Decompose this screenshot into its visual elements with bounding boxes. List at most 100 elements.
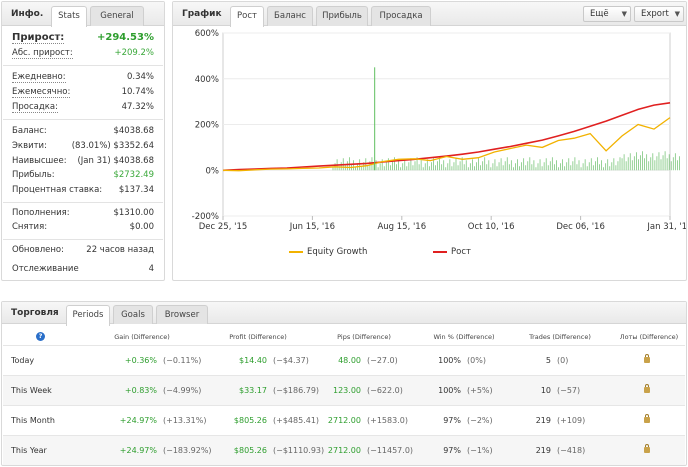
tab-stats[interactable]: Stats xyxy=(51,6,87,27)
x-tick-label: Oct 10, '16 xyxy=(468,222,515,232)
trades-cell: 5 xyxy=(545,356,551,365)
drawdown-label[interactable]: Просадка: xyxy=(12,102,58,113)
info-header: Инфо. Stats General xyxy=(2,2,164,27)
chevron-down-icon: ▼ xyxy=(674,10,680,18)
export-dropdown[interactable]: Export ▼ xyxy=(634,6,684,22)
period-cell: This Week xyxy=(11,386,52,395)
pips-cell: 2712.00 xyxy=(327,416,361,425)
lock-icon[interactable] xyxy=(644,444,650,453)
lock-icon[interactable] xyxy=(644,354,650,363)
profit-diff-cell: (−$1110.93) xyxy=(273,446,325,455)
tab-growth[interactable]: Рост xyxy=(230,6,264,27)
col-trades: Trades (Difference) xyxy=(529,333,591,341)
chart-title: График xyxy=(182,9,222,19)
tracking-label: Отслеживание xyxy=(12,264,79,274)
gain-label[interactable]: Прирост: xyxy=(12,32,65,44)
y-tick-label: -200% xyxy=(192,212,219,222)
lock-icon[interactable] xyxy=(644,414,650,423)
col-pips: Pips (Difference) xyxy=(337,333,391,341)
period-cell: This Year xyxy=(11,446,47,455)
abs-gain-label[interactable]: Абс. прирост: xyxy=(12,48,73,59)
tab-profit[interactable]: Прибыль xyxy=(316,6,368,26)
tracking-row: Отслеживание 4 xyxy=(12,264,154,276)
info-panel: Инфо. Stats General Прирост: +294.53% Аб… xyxy=(1,1,165,281)
abs-gain-row: Абс. прирост: +209.2% xyxy=(12,48,154,60)
deposits-value: $1310.00 xyxy=(113,208,154,218)
col-profit: Profit (Difference) xyxy=(229,333,287,341)
growth-chart: 600% 400% 200% 0% -200%Dec 25, '15 Jun 15, '1… xyxy=(192,29,686,232)
trades-cell: 219 xyxy=(535,416,551,425)
interest-value: $137.34 xyxy=(118,185,154,195)
win-diff-cell: (−1%) xyxy=(467,446,493,455)
updated-value: 22 часов назад xyxy=(86,245,154,255)
x-tick-label: Dec 25, '15 xyxy=(199,222,248,232)
gain-cell: +24.97% xyxy=(119,416,157,425)
profit-row: Прибыль: $2732.49 xyxy=(12,170,154,182)
lock-icon[interactable] xyxy=(644,384,650,393)
equity-value: (83.01%) $3352.64 xyxy=(71,141,154,151)
gain-diff-cell: (+13.31%) xyxy=(163,416,207,425)
help-icon[interactable]: ? xyxy=(36,332,45,341)
chevron-down-icon: ▼ xyxy=(621,10,627,18)
x-tick-label: Jan 31, '17 xyxy=(646,222,686,232)
gain-cell: +0.36% xyxy=(124,356,157,365)
info-title: Инфо. xyxy=(11,9,44,19)
tab-drawdown[interactable]: Просадка xyxy=(371,6,431,26)
legend-swatch xyxy=(433,250,447,253)
trading-panel: Торговля Periods Goals Browser ? Gain (D… xyxy=(1,301,687,466)
trades-diff-cell: (−57) xyxy=(557,386,581,395)
profit-cell: $805.26 xyxy=(233,416,267,425)
highest-row: Наивысшее: (Jan 31) $4038.68 xyxy=(12,156,154,168)
profit-cell: $14.40 xyxy=(239,356,267,365)
trading-header: Торговля Periods Goals Browser xyxy=(2,302,686,326)
profit-diff-cell: (−$4.37) xyxy=(273,356,309,365)
interest-row: Процентная ставка: $137.34 xyxy=(12,185,154,197)
tab-goals[interactable]: Goals xyxy=(113,305,153,324)
drawdown-value: 47.32% xyxy=(121,102,154,112)
tab-periods[interactable]: Periods xyxy=(66,305,110,326)
profit-cell: $33.17 xyxy=(239,386,267,395)
daily-row: Ежедневно: 0.34% xyxy=(12,72,154,84)
interest-label: Процентная ставка: xyxy=(12,185,103,195)
deposits-row: Пополнения: $1310.00 xyxy=(12,208,154,220)
daily-value: 0.34% xyxy=(126,72,154,82)
tracking-value: 4 xyxy=(148,264,154,274)
divider xyxy=(3,239,163,240)
gain-diff-cell: (−4.99%) xyxy=(163,386,202,395)
tab-general[interactable]: General xyxy=(90,6,144,26)
y-tick-label: 200% xyxy=(195,121,219,131)
win-diff-cell: (+5%) xyxy=(467,386,493,395)
legend-equity[interactable]: Equity Growth xyxy=(289,247,367,257)
monthly-value: 10.74% xyxy=(121,87,154,97)
y-tick-label: 400% xyxy=(195,75,219,85)
monthly-row: Ежемесячно: 10.74% xyxy=(12,87,154,99)
tab-browser[interactable]: Browser xyxy=(156,305,208,324)
chart-panel: График Рост Баланс Прибыль Просадка Ещё … xyxy=(172,1,687,281)
pips-cell: 48.00 xyxy=(338,356,361,365)
col-lots: Лоты (Difference) xyxy=(619,333,679,341)
balance-value: $4038.68 xyxy=(113,126,154,136)
more-dropdown[interactable]: Ещё ▼ xyxy=(583,6,631,22)
pips-diff-cell: (−11457.0) xyxy=(367,446,414,455)
deposits-label: Пополнения: xyxy=(12,208,70,218)
gain-diff-cell: (−183.92%) xyxy=(163,446,212,455)
withdrawals-row: Снятия: $0.00 xyxy=(12,222,154,234)
trades-diff-cell: (0) xyxy=(557,356,569,365)
gain-cell: +0.83% xyxy=(124,386,157,395)
tab-balance[interactable]: Баланс xyxy=(267,6,313,26)
profit-label: Прибыль: xyxy=(12,170,55,180)
updated-label: Обновлено: xyxy=(12,245,64,255)
win-cell: 100% xyxy=(438,386,461,395)
daily-label[interactable]: Ежедневно: xyxy=(12,72,66,83)
win-cell: 100% xyxy=(438,356,461,365)
x-tick-label: Jun 15, '16 xyxy=(289,222,335,232)
win-diff-cell: (0%) xyxy=(467,356,486,365)
x-tick-label: Dec 06, '16 xyxy=(556,222,605,232)
col-win: Win % (Difference) xyxy=(433,333,495,341)
monthly-label[interactable]: Ежемесячно: xyxy=(12,87,71,98)
table-row: This Month +24.97% (+13.31%) $805.26 (+$485.… xyxy=(3,405,685,435)
trades-cell: 10 xyxy=(540,386,551,395)
legend-growth[interactable]: Рост xyxy=(433,247,471,257)
equity-row: Эквити: (83.01%) $3352.64 xyxy=(12,141,154,153)
trades-diff-cell: (+109) xyxy=(557,416,586,425)
